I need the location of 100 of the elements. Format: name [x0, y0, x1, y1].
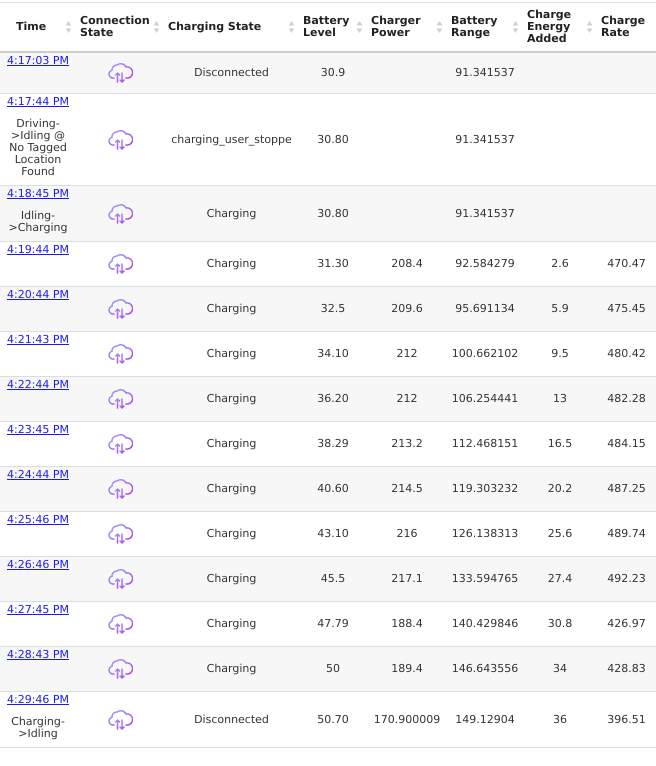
table-cell: Charging: [206, 257, 256, 270]
cloud-icon: [107, 298, 133, 320]
cloud-icon: [107, 658, 133, 680]
column-header[interactable]: Charger Power: [367, 2, 447, 52]
table-cell: 189.4: [391, 662, 423, 675]
table-cell: 212: [396, 392, 418, 405]
table-cell: Charging: [206, 482, 256, 495]
event-note: Charging->Idling: [10, 716, 66, 742]
cloud-icon: [107, 613, 133, 635]
table-cell: Charging: [206, 302, 256, 315]
table-cell: Charging: [206, 437, 256, 450]
table-cell: 489.74: [607, 527, 646, 540]
table-cell: 5.9: [551, 302, 569, 315]
column-header[interactable]: Charging State: [164, 2, 299, 52]
table-cell: 188.4: [391, 617, 423, 630]
table-cell: 487.25: [607, 482, 646, 495]
table-cell: 34.10: [317, 347, 349, 360]
table-cell: 126.138313: [452, 527, 518, 540]
table-cell: 13: [553, 392, 567, 405]
table-cell: Charging: [206, 662, 256, 675]
cloud-icon: [107, 568, 133, 590]
table-cell: 50.70: [317, 712, 349, 726]
table-cell: 30.9: [320, 66, 346, 79]
table-cell: Disconnected: [194, 66, 269, 79]
column-header[interactable]: Connection State: [76, 2, 164, 52]
column-header[interactable]: Time: [0, 2, 76, 52]
table-cell: 428.83: [607, 662, 646, 675]
table-cell: 95.691134: [455, 302, 515, 315]
time-link[interactable]: 4:27:45 PM: [6, 603, 70, 616]
table-cell: 212: [396, 347, 418, 360]
table-cell: 43.10: [317, 527, 349, 540]
table-cell: 30.8: [548, 617, 572, 630]
table-cell: 16.5: [548, 437, 572, 450]
table-cell: 112.468151: [452, 437, 518, 450]
table-cell: 36: [553, 712, 567, 726]
cloud-icon: [107, 708, 133, 730]
column-header[interactable]: Charge Energy Added: [523, 2, 597, 52]
table-cell: 20.2: [548, 482, 572, 495]
time-link[interactable]: 4:18:45 PM: [6, 187, 70, 200]
table-cell: 146.643556: [452, 662, 518, 675]
table-cell: 214.5: [391, 482, 423, 495]
table-cell: 119.303232: [452, 482, 518, 495]
table-cell: 100.662102: [452, 347, 518, 360]
table-cell: 25.6: [548, 527, 572, 540]
table-cell: 480.42: [607, 347, 646, 360]
table-cell: 208.4: [391, 257, 423, 270]
cloud-icon: [107, 388, 133, 410]
table-cell: Disconnected: [194, 712, 269, 726]
table-cell: 9.5: [551, 347, 569, 360]
table-cell: 484.15: [607, 437, 646, 450]
table-cell: Charging: [206, 572, 256, 585]
table-cell: Charging: [206, 617, 256, 630]
table-cell: charging_user_stoppe: [171, 132, 292, 146]
column-header[interactable]: Charge Rate: [597, 2, 656, 52]
table-cell: 209.6: [391, 302, 423, 315]
table-cell: 31.30: [317, 257, 349, 270]
event-note: Driving->Idling @ No Tagged Location Found: [8, 118, 68, 180]
time-link[interactable]: 4:19:44 PM: [6, 243, 70, 256]
table-cell: 91.341537: [455, 206, 515, 220]
table-cell: 40.60: [317, 482, 349, 495]
time-link[interactable]: 4:29:46 PM: [6, 693, 70, 706]
table-cell: Charging: [206, 206, 256, 220]
cloud-icon: [107, 202, 133, 224]
column-header[interactable]: Battery Level: [299, 2, 367, 52]
table-cell: 92.584279: [455, 257, 515, 270]
table-cell: 30.80: [317, 206, 349, 220]
table-cell: 396.51: [607, 712, 646, 726]
table-cell: 45.5: [320, 572, 346, 585]
time-link[interactable]: 4:21:43 PM: [6, 333, 70, 346]
table-cell: 2.6: [551, 257, 569, 270]
cloud-icon: [107, 62, 133, 84]
cloud-icon: [107, 523, 133, 545]
table-cell: 492.23: [607, 572, 646, 585]
table-cell: 213.2: [391, 437, 423, 450]
cloud-icon: [107, 253, 133, 275]
table-cell: Charging: [206, 347, 256, 360]
table-cell: Charging: [206, 527, 256, 540]
time-link[interactable]: 4:23:45 PM: [6, 423, 70, 436]
table-cell: 27.4: [548, 572, 572, 585]
table-cell: 217.1: [391, 572, 423, 585]
table-cell: 38.29: [317, 437, 349, 450]
cloud-icon: [107, 478, 133, 500]
table-cell: 32.5: [320, 302, 346, 315]
table-cell: 475.45: [607, 302, 646, 315]
time-link[interactable]: 4:17:44 PM: [6, 95, 70, 108]
table-cell: 91.341537: [455, 132, 515, 146]
cloud-icon: [107, 128, 133, 150]
table-cell: 140.429846: [452, 617, 518, 630]
sort-icon: [356, 20, 363, 34]
column-header[interactable]: Battery Range: [447, 2, 523, 52]
table-cell: 91.341537: [455, 66, 515, 79]
table-cell: 30.80: [317, 132, 349, 146]
table-cell: 106.254441: [452, 392, 518, 405]
sort-icon: [153, 20, 160, 34]
table-cell: 470.47: [607, 257, 646, 270]
sort-icon: [436, 20, 443, 34]
table-cell: 149.12904: [455, 712, 515, 726]
cloud-icon: [107, 343, 133, 365]
time-link[interactable]: 4:25:46 PM: [6, 513, 70, 526]
cloud-icon: [107, 433, 133, 455]
